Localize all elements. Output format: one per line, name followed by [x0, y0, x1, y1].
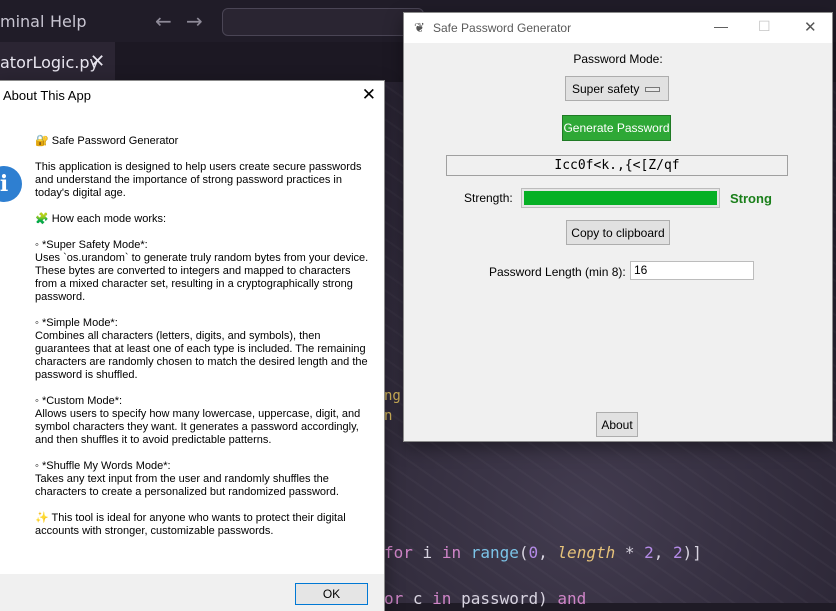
close-icon[interactable]: ✕ — [362, 85, 376, 105]
app-name: 🔐 Safe Password Generator — [35, 135, 179, 147]
menu-help[interactable]: Help — [50, 12, 86, 31]
password-length-label: Password Length (min 8): — [489, 265, 626, 279]
code-token: , — [538, 543, 558, 562]
code-token: i — [412, 543, 442, 562]
intro-paragraph: This application is designed to help use… — [35, 161, 362, 199]
window-title: Safe Password Generator — [433, 21, 572, 35]
generator-titlebar: ❦ Safe Password Generator — ☐ ✕ — [404, 13, 832, 43]
tab-label: atorLogic.py — [0, 53, 99, 72]
code-token: 2 — [644, 543, 654, 562]
mode-heading: ◦ *Custom Mode*: — [35, 395, 123, 407]
forward-arrow-icon[interactable]: → — [186, 9, 203, 33]
strength-value: Strong — [730, 191, 772, 206]
code-token: password) — [451, 589, 558, 608]
password-length-input[interactable]: 16 — [630, 261, 754, 280]
code-fragment: n — [384, 408, 393, 424]
feather-icon: ❦ — [414, 20, 425, 35]
code-line: or c in password) and — [384, 589, 586, 608]
about-message: 🔐 Safe Password Generator This applicati… — [35, 135, 375, 551]
generator-body: Password Mode: Super safety Generate Pas… — [404, 43, 832, 441]
code-token: c — [403, 589, 433, 608]
code-token: length — [557, 543, 616, 562]
mode-heading: ◦ *Simple Mode*: — [35, 317, 118, 329]
about-button[interactable]: About — [596, 412, 638, 437]
code-token: 2 — [673, 543, 683, 562]
mode-description: Allows users to specify how many lowerca… — [35, 408, 361, 446]
minimize-icon[interactable]: — — [714, 18, 728, 34]
code-token: ( — [518, 543, 529, 562]
password-output-field[interactable]: Icc0f<k.,{<[Z/qf — [446, 155, 788, 176]
code-token: )] — [682, 543, 702, 562]
code-line: for i in range(0, length * 2, 2)] — [384, 543, 702, 562]
code-token: , — [653, 543, 674, 562]
code-token: for — [384, 543, 413, 562]
mode-heading: ◦ *Super Safety Mode*: — [35, 239, 148, 251]
modes-heading: 🧩 How each mode works: — [35, 213, 167, 225]
mode-description: Takes any text input from the user and r… — [35, 473, 339, 498]
closing-paragraph: ✨ This tool is ideal for anyone who want… — [35, 512, 346, 537]
password-mode-select[interactable]: Super safety — [565, 76, 669, 101]
about-titlebar: About This App ✕ — [0, 81, 384, 110]
back-arrow-icon[interactable]: ← — [155, 9, 172, 33]
code-token: range — [461, 543, 519, 562]
mode-description: Uses `os.urandom` to generate truly rand… — [35, 252, 369, 303]
option-menu-indicator-icon — [645, 87, 660, 92]
about-dialog-body: i 🔐 Safe Password Generator This applica… — [0, 110, 384, 574]
mode-heading: ◦ *Shuffle My Words Mode*: — [35, 460, 171, 472]
menu-terminal[interactable]: minal — [0, 12, 44, 31]
password-mode-label: Password Mode: — [573, 52, 663, 66]
code-token: and — [557, 589, 587, 608]
info-icon: i — [0, 166, 22, 202]
code-token: in — [441, 543, 462, 562]
mode-description: Combines all characters (letters, digits… — [35, 330, 368, 381]
password-generator-window: ❦ Safe Password Generator — ☐ ✕ Password… — [404, 13, 832, 441]
generate-password-button[interactable]: Generate Password — [562, 115, 671, 141]
strength-label: Strength: — [464, 191, 513, 205]
command-center-search[interactable] — [222, 8, 424, 36]
code-token: in — [432, 589, 452, 608]
ok-button[interactable]: OK — [295, 583, 368, 605]
maximize-icon[interactable]: ☐ — [758, 18, 771, 35]
code-token: * — [615, 543, 645, 562]
about-dialog-title: About This App — [3, 88, 91, 103]
code-token: 0 — [528, 543, 539, 562]
about-dialog: About This App ✕ i 🔐 Safe Password Gener… — [0, 81, 384, 611]
code-token: or — [384, 589, 404, 608]
editor-tab-active[interactable]: atorLogic.py ✕ — [0, 42, 115, 82]
strength-bar-fill — [524, 191, 717, 205]
tab-close-icon[interactable]: ✕ — [90, 51, 105, 72]
mode-select-value: Super safety — [572, 81, 640, 96]
close-icon[interactable]: ✕ — [804, 18, 817, 36]
strength-bar — [521, 188, 720, 208]
copy-to-clipboard-button[interactable]: Copy to clipboard — [566, 220, 670, 245]
